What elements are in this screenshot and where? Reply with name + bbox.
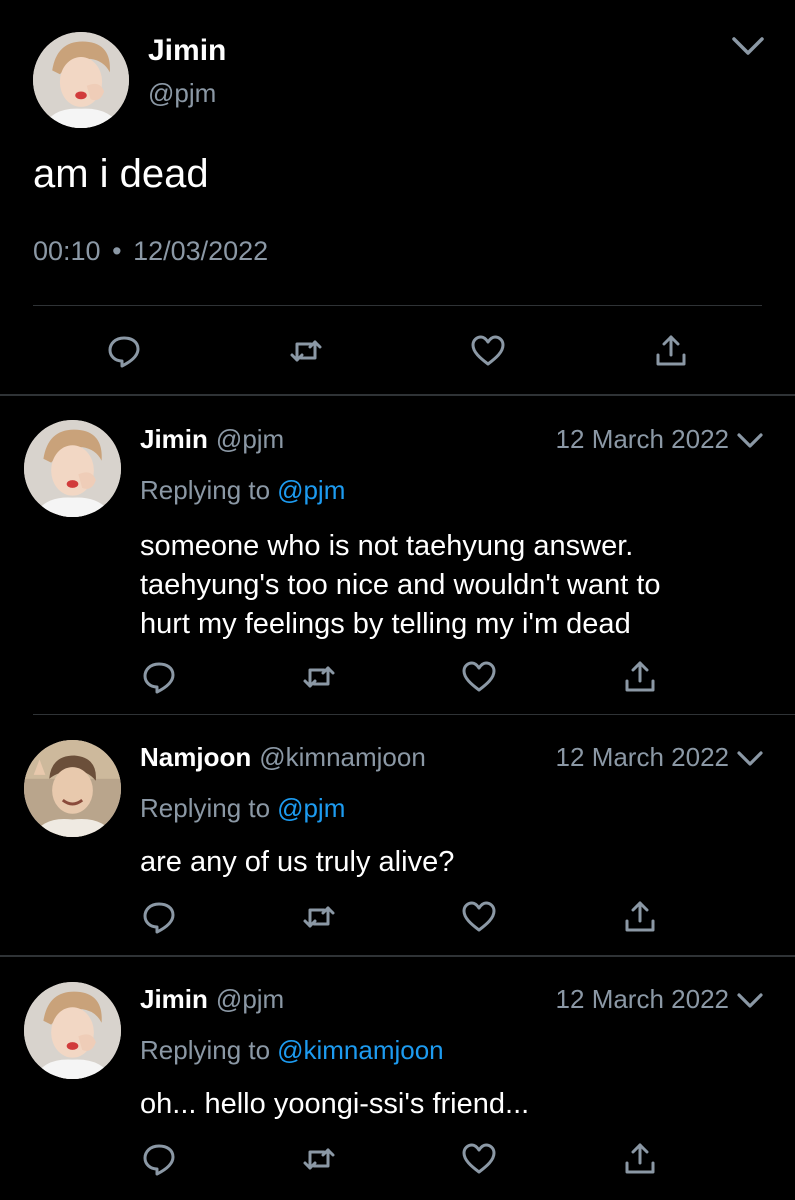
divider: [33, 714, 795, 715]
reply-icon[interactable]: [141, 899, 177, 935]
replying-to: Replying to @pjm: [140, 793, 345, 824]
mention-link[interactable]: @kimnamjoon: [277, 1035, 444, 1065]
retweet-icon[interactable]: [301, 659, 337, 695]
reply-icon[interactable]: [141, 659, 177, 695]
replying-label: Replying to: [140, 475, 271, 505]
author-handle[interactable]: @pjm: [216, 424, 284, 454]
tweet-timestamp: 00:10 • 12/03/2022: [33, 236, 268, 267]
tweet-text-line: hurt my feelings by telling my i'm dead: [140, 608, 631, 640]
replying-to: Replying to @kimnamjoon: [140, 1035, 444, 1066]
avatar[interactable]: [24, 420, 121, 517]
author-handle[interactable]: @kimnamjoon: [259, 742, 426, 772]
share-icon[interactable]: [653, 333, 689, 369]
share-icon[interactable]: [622, 1141, 658, 1177]
author-handle[interactable]: @pjm: [148, 78, 216, 109]
like-icon[interactable]: [461, 659, 497, 695]
reply-header: Jimin @pjm: [140, 424, 284, 455]
tweet-text-line: someone who is not taehyung answer.: [140, 530, 634, 562]
tweet-date[interactable]: 12 March 2022: [556, 984, 729, 1015]
reply-header: Namjoon @kimnamjoon: [140, 742, 426, 773]
replying-label: Replying to: [140, 793, 271, 823]
author-name[interactable]: Jimin: [140, 984, 208, 1014]
retweet-icon[interactable]: [301, 1141, 337, 1177]
divider: [33, 305, 762, 306]
tweet-time: 00:10: [33, 236, 101, 266]
avatar-namjoon-icon: [24, 740, 121, 837]
avatar[interactable]: [24, 982, 121, 1079]
reply-icon[interactable]: [141, 1141, 177, 1177]
replying-label: Replying to: [140, 1035, 271, 1065]
tweet-text: someone who is not taehyung answer. taeh…: [140, 527, 770, 644]
divider: [0, 394, 795, 396]
mention-link[interactable]: @pjm: [277, 475, 345, 505]
tweet-date[interactable]: 12 March 2022: [556, 424, 729, 455]
author-name[interactable]: Jimin: [140, 424, 208, 454]
chevron-down-icon[interactable]: [736, 748, 764, 770]
tweet-text-line: are any of us truly alive?: [140, 846, 455, 878]
tweet-text: oh... hello yoongi-ssi's friend...: [140, 1085, 770, 1124]
divider: [0, 955, 795, 957]
share-icon[interactable]: [622, 899, 658, 935]
avatar[interactable]: [24, 740, 121, 837]
author-name[interactable]: Namjoon: [140, 742, 251, 772]
avatar-jimin-icon: [33, 32, 129, 128]
chevron-down-icon[interactable]: [736, 430, 764, 452]
tweet-text-line: taehyung's too nice and wouldn't want to: [140, 569, 661, 601]
chevron-down-icon[interactable]: [736, 990, 764, 1012]
avatar[interactable]: [33, 32, 129, 128]
reply-header: Jimin @pjm: [140, 984, 284, 1015]
reply-icon[interactable]: [106, 333, 142, 369]
share-icon[interactable]: [622, 659, 658, 695]
like-icon[interactable]: [470, 333, 506, 369]
avatar-jimin-icon: [24, 982, 121, 1079]
author-name[interactable]: Jimin: [148, 34, 226, 68]
retweet-icon[interactable]: [301, 899, 337, 935]
tweet-text-line: oh... hello yoongi-ssi's friend...: [140, 1088, 530, 1120]
replying-to: Replying to @pjm: [140, 475, 345, 506]
timestamp-separator: •: [112, 236, 122, 266]
like-icon[interactable]: [461, 899, 497, 935]
tweet-date[interactable]: 12/03/2022: [133, 236, 268, 266]
tweet-text: am i dead: [33, 152, 209, 196]
chevron-down-icon[interactable]: [730, 32, 766, 60]
mention-link[interactable]: @pjm: [277, 793, 345, 823]
author-handle[interactable]: @pjm: [216, 984, 284, 1014]
tweet-date[interactable]: 12 March 2022: [556, 742, 729, 773]
tweet-text: are any of us truly alive?: [140, 843, 770, 882]
like-icon[interactable]: [461, 1141, 497, 1177]
retweet-icon[interactable]: [288, 333, 324, 369]
avatar-jimin-icon: [24, 420, 121, 517]
